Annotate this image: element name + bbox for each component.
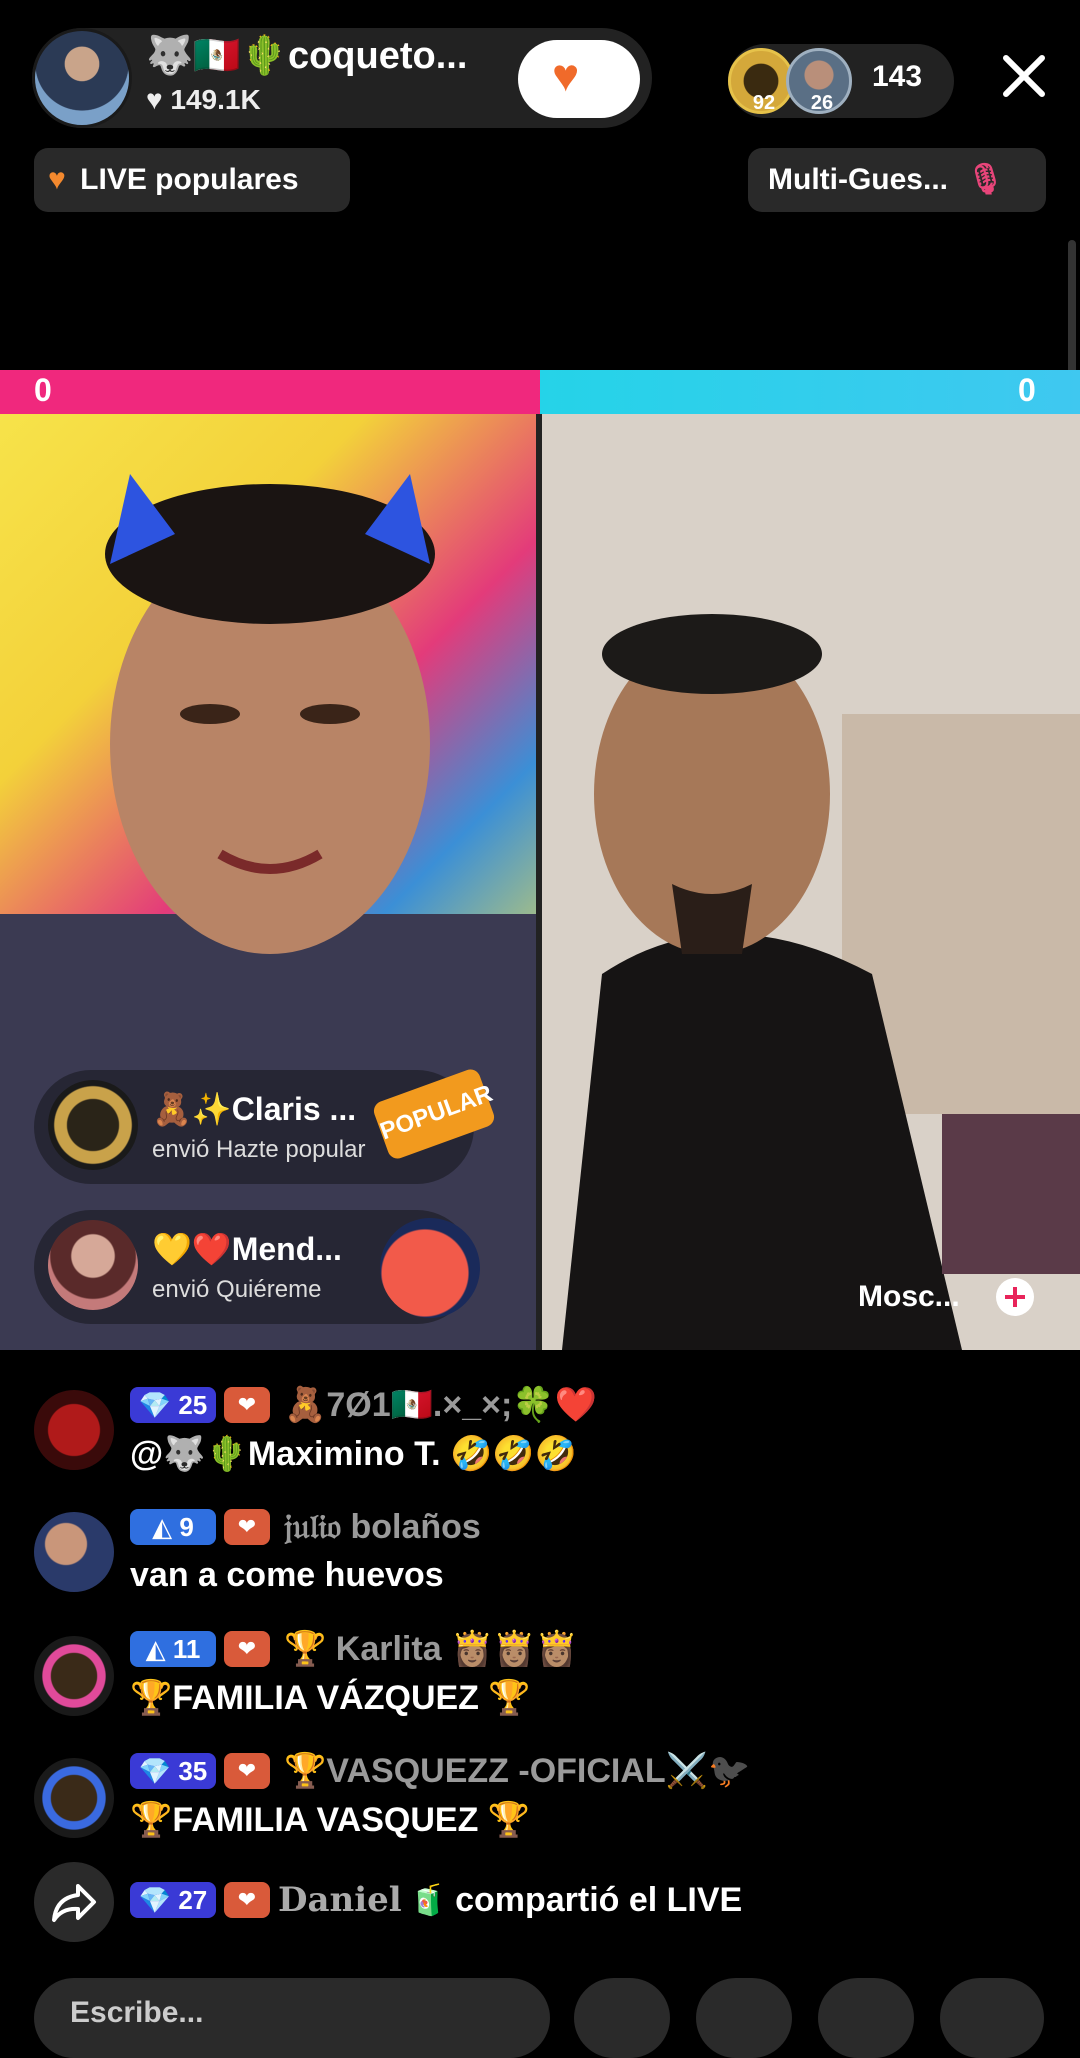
gift-sender-name: 💛❤️Mend... <box>152 1231 342 1267</box>
host-avatar[interactable] <box>32 28 132 128</box>
comment-avatar[interactable] <box>34 1512 114 1592</box>
top-viewer-avatar-2[interactable]: 26 <box>786 48 852 114</box>
gift-notification[interactable]: 🧸✨Claris ... envió Hazte popular POPULAR <box>34 1066 497 1184</box>
comment-badges: ◭ 9 ❤ 𝔧𝔲𝔩𝔦𝔬 bolaños <box>130 1508 481 1546</box>
level-badge: 💎 25 <box>130 1387 216 1423</box>
comment-username[interactable]: 𝔧𝔲𝔩𝔦𝔬 bolaños <box>284 1508 481 1547</box>
viewer-count[interactable]: 143 <box>872 60 922 94</box>
plus-icon <box>1005 1287 1025 1307</box>
fan-badge: ❤ <box>224 1631 270 1667</box>
host-name[interactable]: 🐺🇲🇽🌵coqueto... <box>146 34 467 78</box>
live-popular-chip[interactable]: ♥ LIVE populares <box>34 148 350 212</box>
share-event: 💎 27 ❤ Daniel 🧃 compartió el LIVE <box>130 1880 742 1920</box>
comment-text: 🏆FAMILIA VASQUEZ 🏆 <box>130 1801 531 1839</box>
level-badge: ◭ 9 <box>130 1509 216 1545</box>
comment-username[interactable]: 🧸7Ø1🇲🇽.×_×;🍀❤️ <box>284 1385 597 1425</box>
comment-badges: 💎 25 ❤ 🧸7Ø1🇲🇽.×_×;🍀❤️ <box>130 1386 597 1424</box>
comment-item[interactable]: ◭ 11 ❤ 🏆 Karlita 👸🏽👸🏽👸🏽 🏆FAMILIA VÁZQUEZ… <box>34 1630 1064 1740</box>
comment-avatar[interactable] <box>34 1636 114 1716</box>
level-value: 25 <box>178 1389 208 1420</box>
comment-username[interactable]: 🏆VASQUEZZ -OFICIAL⚔️🐦‍⬛ <box>284 1751 750 1791</box>
fan-club-count: 21 <box>580 76 605 101</box>
more-button[interactable] <box>940 1978 1044 2058</box>
right-score: 0 <box>1018 372 1036 408</box>
fan-badge: ❤ <box>224 1753 270 1789</box>
comment-badges: 💎 35 ❤ 🏆VASQUEZZ -OFICIAL⚔️🐦‍⬛ <box>130 1752 750 1790</box>
level-value: 35 <box>178 1755 208 1786</box>
follow-guest-button[interactable] <box>996 1278 1034 1316</box>
comment-text: van a come huevos <box>130 1556 444 1594</box>
gift-sender-avatar[interactable] <box>48 1080 138 1170</box>
multi-guest-label: Multi-Gues... <box>768 163 948 196</box>
live-popular-label: LIVE populares <box>80 163 299 196</box>
heart-fan-icon: ♥ <box>552 49 580 101</box>
level-value: 9 <box>179 1511 194 1542</box>
share-text: compartió el LIVE <box>455 1880 743 1919</box>
drink-icon: 🧃 <box>409 1883 448 1917</box>
rose-gift-button[interactable] <box>696 1978 792 2058</box>
pink-team-bar <box>0 370 540 414</box>
comment-input-placeholder: Escribe... <box>70 1996 204 2029</box>
comment-avatar[interactable] <box>34 1758 114 1838</box>
host-likes-value: 149.1K <box>170 84 261 115</box>
level-badge: 💎 35 <box>130 1753 216 1789</box>
share-button[interactable] <box>34 1862 114 1942</box>
comment-item[interactable]: 💎 35 ❤ 🏆VASQUEZZ -OFICIAL⚔️🐦‍⬛ 🏆FAMILIA … <box>34 1752 1064 1862</box>
left-score: 0 <box>34 372 52 408</box>
comment-avatar[interactable] <box>34 1390 114 1470</box>
cyan-team-bar <box>540 370 1080 414</box>
gift-action: envió Hazte popular <box>152 1136 366 1163</box>
fan-badge: ❤ <box>224 1509 270 1545</box>
close-icon[interactable] <box>996 48 1052 104</box>
gift-notification[interactable]: 💛❤️Mend... envió Quiéreme <box>34 1210 480 1324</box>
host-likes: ♥ 149.1K <box>146 84 261 116</box>
gift-button[interactable] <box>818 1978 914 2058</box>
comment-badges: ◭ 11 ❤ 🏆 Karlita 👸🏽👸🏽👸🏽 <box>130 1630 578 1668</box>
heart-icon: ♥ <box>146 84 163 115</box>
comment-input[interactable]: Escribe... <box>34 1978 550 2058</box>
top-viewer-avatar-1[interactable]: 92 <box>728 48 794 114</box>
level-value: 27 <box>178 1884 208 1915</box>
share-icon <box>52 1884 96 1922</box>
gift-sender-name: 🧸✨Claris ... <box>152 1091 357 1127</box>
share-username[interactable]: Daniel <box>278 1880 402 1920</box>
level-badge: 💎 27 <box>130 1882 216 1918</box>
guest-video-frame <box>542 414 1080 1350</box>
level-value: 11 <box>172 1633 201 1664</box>
orange-heart-icon: ♥ <box>48 163 66 196</box>
comment-username[interactable]: 🏆 Karlita 👸🏽👸🏽👸🏽 <box>284 1629 578 1669</box>
quiereme-sticker <box>380 1218 480 1318</box>
viewer-level-2: 26 <box>810 92 834 114</box>
level-badge: ◭ 11 <box>130 1631 216 1667</box>
guest-name[interactable]: Mosc... <box>858 1280 960 1314</box>
microphone-icon: 🎙 <box>966 163 1005 196</box>
fan-club-button[interactable]: ♥ 21 <box>518 40 640 118</box>
comment-item[interactable]: 💎 25 ❤ 🧸7Ø1🇲🇽.×_×;🍀❤️ @🐺🌵Maximino T. 🤣🤣🤣 <box>34 1386 1064 1496</box>
multi-guest-chip[interactable]: Multi-Gues... 🎙 <box>748 148 1046 212</box>
gift-sender-avatar[interactable] <box>48 1220 138 1310</box>
comment-text: @🐺🌵Maximino T. 🤣🤣🤣 <box>130 1435 577 1473</box>
comment-text: 🏆FAMILIA VÁZQUEZ 🏆 <box>130 1679 531 1717</box>
viewer-level-1: 92 <box>752 92 776 114</box>
gift-action: envió Quiéreme <box>152 1276 322 1303</box>
fan-badge: ❤ <box>224 1387 270 1423</box>
guest-video[interactable] <box>542 414 1080 1350</box>
fan-badge: ❤ <box>224 1882 270 1918</box>
comment-item[interactable]: ◭ 9 ❤ 𝔧𝔲𝔩𝔦𝔬 bolaños van a come huevos <box>34 1508 1064 1618</box>
multi-guest-button[interactable] <box>574 1978 670 2058</box>
